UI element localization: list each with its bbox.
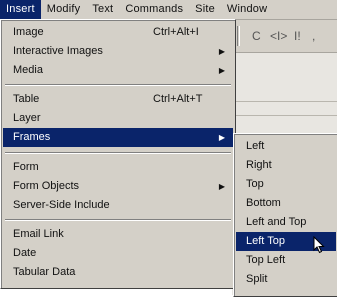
- menu-item-frames[interactable]: Frames ▶: [3, 128, 233, 147]
- menu-text[interactable]: Text: [86, 0, 119, 19]
- divider: [232, 101, 337, 102]
- menu-item-label: Split: [246, 273, 268, 285]
- menu-item-label: Bottom: [246, 197, 281, 209]
- menu-site[interactable]: Site: [189, 0, 221, 19]
- menu-item-label: Layer: [13, 112, 41, 124]
- menu-item-image[interactable]: Image Ctrl+Alt+I: [3, 23, 233, 42]
- menu-item-label: Top Left: [246, 254, 286, 266]
- menu-item-form[interactable]: Form: [3, 158, 233, 177]
- menu-item-interactive-images[interactable]: Interactive Images ▶: [3, 42, 233, 61]
- submenu-item-right[interactable]: Right: [236, 156, 336, 175]
- menu-item-media[interactable]: Media ▶: [3, 61, 233, 80]
- menu-bar: Insert Modify Text Commands Site Window: [0, 0, 337, 20]
- menu-item-form-objects[interactable]: Form Objects ▶: [3, 177, 233, 196]
- submenu-arrow-icon: ▶: [218, 47, 225, 56]
- menu-item-label: Right: [246, 159, 272, 171]
- menu-separator: [5, 84, 231, 86]
- document-toolbar: C <I> I! ,: [232, 20, 337, 53]
- shortcut-label: Ctrl+Alt+T: [153, 93, 203, 105]
- menu-item-tabular-data[interactable]: Tabular Data: [3, 263, 233, 282]
- menu-item-label: Media: [13, 64, 43, 76]
- submenu-item-top[interactable]: Top: [236, 175, 336, 194]
- toolbar-separator: [237, 26, 240, 46]
- submenu-arrow-icon: ▶: [218, 182, 225, 191]
- menu-item-label: Left Top: [246, 235, 285, 247]
- menu-item-label: Form Objects: [13, 180, 80, 192]
- menu-item-label: Left and Top: [246, 216, 307, 228]
- menu-insert[interactable]: Insert: [0, 0, 41, 19]
- submenu-item-left[interactable]: Left: [236, 137, 336, 156]
- menu-item-date[interactable]: Date: [3, 244, 233, 263]
- code-view-icon[interactable]: <I>: [270, 29, 287, 43]
- divider: [232, 115, 337, 116]
- menu-item-label: Top: [246, 178, 264, 190]
- menu-item-label: Left: [246, 140, 265, 152]
- menu-commands[interactable]: Commands: [119, 0, 189, 19]
- frames-submenu: Left Right Top Bottom Left and Top Left …: [233, 133, 337, 297]
- menu-item-email-link[interactable]: Email Link: [3, 225, 233, 244]
- menu-item-label: Tabular Data: [13, 266, 76, 278]
- menu-item-label: Frames: [13, 131, 51, 143]
- menu-item-label: Form: [13, 161, 39, 173]
- menu-item-server-side-include[interactable]: Server-Side Include: [3, 196, 233, 215]
- toolbar-glyph[interactable]: I!: [294, 29, 301, 43]
- menu-item-label: Interactive Images: [13, 45, 103, 57]
- submenu-item-split[interactable]: Split: [236, 270, 336, 289]
- submenu-arrow-icon: ▶: [218, 133, 225, 142]
- submenu-item-bottom[interactable]: Bottom: [236, 194, 336, 213]
- toolbar-glyph[interactable]: C: [252, 29, 261, 43]
- menu-item-label: Server-Side Include: [13, 199, 110, 211]
- shortcut-label: Ctrl+Alt+I: [153, 26, 199, 38]
- menu-item-label: Email Link: [13, 228, 64, 240]
- menu-item-label: Table: [13, 93, 40, 105]
- menu-item-label: Date: [13, 247, 37, 259]
- menu-item-label: Image: [13, 26, 44, 38]
- insert-menu: Image Ctrl+Alt+I Interactive Images ▶ Me…: [0, 19, 236, 289]
- menu-modify[interactable]: Modify: [41, 0, 87, 19]
- menu-separator: [5, 219, 231, 221]
- toolbar-glyph[interactable]: ,: [312, 29, 315, 43]
- mouse-pointer-icon: [313, 236, 325, 254]
- submenu-arrow-icon: ▶: [218, 66, 225, 75]
- menu-item-table[interactable]: Table Ctrl+Alt+T: [3, 90, 233, 109]
- menu-separator: [5, 152, 231, 154]
- menu-window[interactable]: Window: [221, 0, 273, 19]
- submenu-item-left-and-top[interactable]: Left and Top: [236, 213, 336, 232]
- menu-item-layer[interactable]: Layer: [3, 109, 233, 128]
